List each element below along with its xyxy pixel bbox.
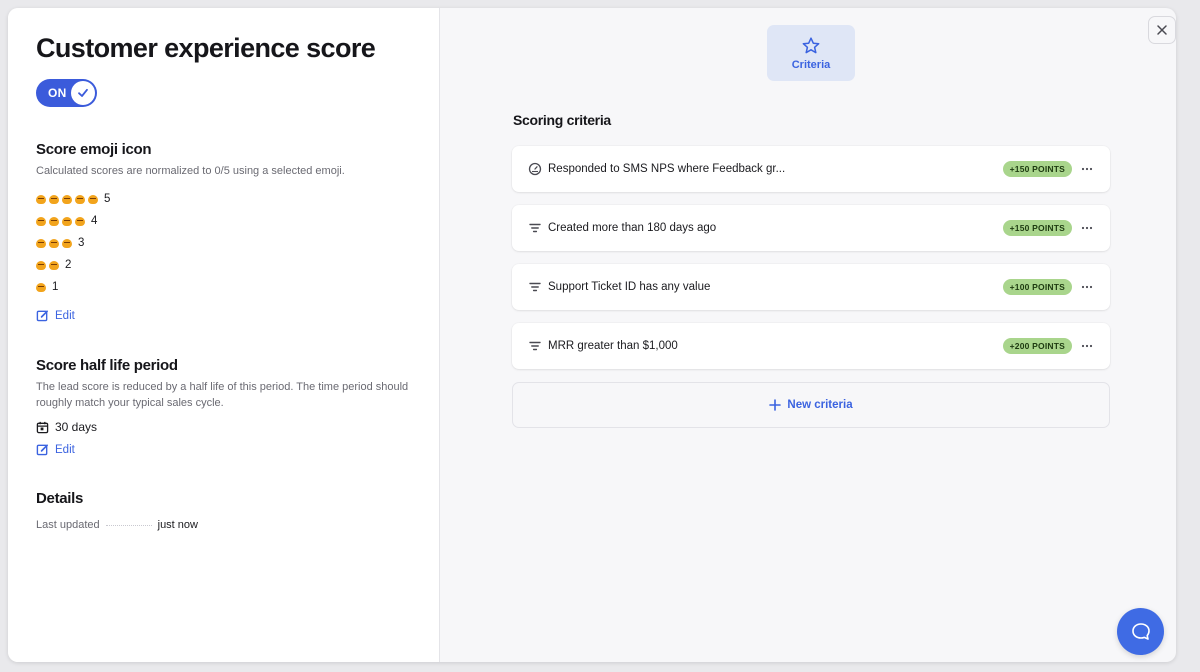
plus-icon	[769, 399, 782, 411]
edit-emoji-link[interactable]: Edit	[36, 309, 411, 322]
criteria-row[interactable]: MRR greater than $1,000 +200 POINTS	[512, 323, 1110, 369]
help-chat-button[interactable]	[1117, 608, 1164, 655]
filter-icon	[529, 341, 541, 351]
dotted-divider	[105, 524, 152, 526]
emoji-scale-value: 1	[52, 281, 59, 293]
emoji-scale-row: 4	[36, 210, 411, 232]
edit-half-life-label: Edit	[55, 443, 75, 456]
edit-icon	[36, 444, 48, 456]
half-life-description: The lead score is reduced by a half life…	[36, 381, 409, 409]
more-options-icon[interactable]	[1080, 221, 1094, 235]
tab-criteria-label: Criteria	[791, 58, 831, 71]
criteria-row[interactable]: Created more than 180 days ago +150 POINT…	[512, 205, 1110, 251]
emoji-section: Score emoji icon Calculated scores are n…	[36, 141, 411, 322]
criteria-text: Support Ticket ID has any value	[548, 281, 711, 293]
points-badge: +200 POINTS	[1002, 338, 1072, 354]
filter-icon	[529, 282, 541, 292]
hugging-face-emoji-icon	[49, 260, 59, 270]
hugging-face-emoji-icon	[75, 194, 85, 204]
more-options-icon[interactable]	[1080, 162, 1094, 176]
criteria-items: Responded to SMS NPS where Feedback gr..…	[512, 146, 1110, 369]
new-criteria-button[interactable]: New criteria	[512, 382, 1110, 428]
emoji-scale-row: 5	[36, 188, 411, 210]
half-life-heading: Score half life period	[36, 357, 178, 374]
emoji-set	[36, 238, 72, 248]
criteria-list: Responded to SMS NPS where Feedback gr..…	[512, 146, 1110, 428]
new-criteria-label: New criteria	[787, 399, 853, 411]
hugging-face-emoji-icon	[49, 238, 59, 248]
emoji-section-description: Calculated scores are normalized to 0/5 …	[36, 165, 345, 177]
emoji-scale-row: 1	[36, 276, 411, 298]
emoji-set	[36, 260, 59, 270]
last-updated-row: Last updated just now	[36, 519, 411, 531]
criteria-row[interactable]: Support Ticket ID has any value +100 POIN…	[512, 264, 1110, 310]
more-options-icon[interactable]	[1080, 339, 1094, 353]
toggle-label: ON	[48, 86, 67, 100]
criteria-panel: Criteria Scoring criteria Responded to S…	[440, 8, 1176, 662]
criteria-text: Created more than 180 days ago	[548, 222, 717, 234]
hugging-face-emoji-icon	[49, 216, 59, 226]
hugging-face-emoji-icon	[62, 238, 72, 248]
score-settings-panel: Customer experience score ON Score emoji…	[8, 8, 440, 662]
hugging-face-emoji-icon	[49, 194, 59, 204]
star-icon	[802, 36, 820, 53]
details-heading: Details	[36, 490, 84, 507]
tab-criteria[interactable]: Criteria	[767, 25, 855, 81]
hugging-face-emoji-icon	[62, 194, 72, 204]
emoji-scale-value: 2	[65, 259, 72, 271]
emoji-scale-row: 3	[36, 232, 411, 254]
close-icon	[1157, 25, 1167, 35]
half-life-section: Score half life period The lead score is…	[36, 357, 411, 456]
hugging-face-emoji-icon	[36, 194, 46, 204]
hugging-face-emoji-icon	[62, 216, 72, 226]
points-badge: +150 POINTS	[1002, 220, 1072, 236]
details-section: Details Last updated just now	[36, 490, 411, 531]
scoring-criteria-heading: Scoring criteria	[513, 112, 611, 128]
emoji-scale-list: 54321	[36, 188, 411, 298]
hugging-face-emoji-icon	[36, 238, 46, 248]
edit-half-life-link[interactable]: Edit	[36, 443, 411, 456]
more-options-icon[interactable]	[1080, 280, 1094, 294]
close-button[interactable]	[1148, 16, 1176, 44]
chat-bubble-icon	[1131, 622, 1150, 640]
score-enabled-toggle[interactable]: ON	[36, 79, 97, 107]
emoji-set	[36, 194, 98, 204]
points-badge: +150 POINTS	[1002, 161, 1072, 177]
criteria-text: MRR greater than $1,000	[548, 340, 678, 352]
last-updated-label: Last updated	[36, 519, 100, 531]
hugging-face-emoji-icon	[36, 216, 46, 226]
hugging-face-emoji-icon	[36, 260, 46, 270]
half-life-value: 30 days	[55, 420, 98, 434]
criteria-row[interactable]: Responded to SMS NPS where Feedback gr..…	[512, 146, 1110, 192]
filter-icon	[529, 223, 541, 233]
hugging-face-emoji-icon	[88, 194, 98, 204]
hugging-face-emoji-icon	[36, 282, 46, 292]
points-badge: +100 POINTS	[1002, 279, 1072, 295]
emoji-scale-row: 2	[36, 254, 411, 276]
score-modal: Customer experience score ON Score emoji…	[8, 8, 1176, 662]
emoji-section-heading: Score emoji icon	[36, 141, 152, 158]
emoji-scale-value: 5	[104, 193, 111, 205]
half-life-value-row: 30 days	[36, 420, 411, 434]
hugging-face-emoji-icon	[75, 216, 85, 226]
emoji-set	[36, 282, 46, 292]
edit-emoji-label: Edit	[55, 309, 75, 322]
gauge-icon	[528, 162, 542, 176]
edit-icon	[36, 310, 48, 322]
emoji-scale-value: 4	[91, 215, 98, 227]
calendar-icon	[36, 421, 49, 433]
check-icon	[71, 81, 95, 105]
last-updated-value: just now	[157, 519, 198, 531]
emoji-scale-value: 3	[78, 237, 85, 249]
emoji-set	[36, 216, 85, 226]
page-title: Customer experience score	[36, 33, 376, 63]
criteria-text: Responded to SMS NPS where Feedback gr..…	[548, 163, 786, 175]
